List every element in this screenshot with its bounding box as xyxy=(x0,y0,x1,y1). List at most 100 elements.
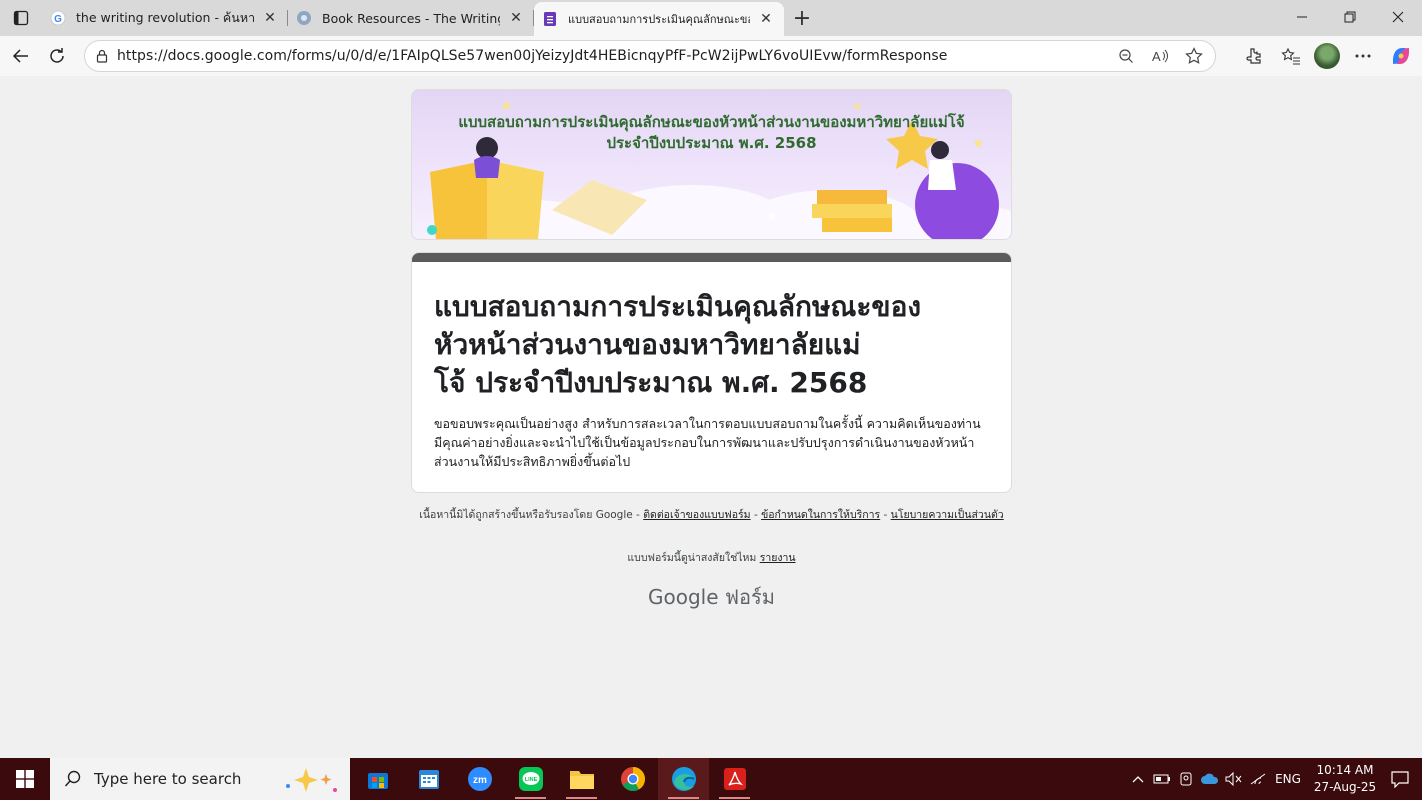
windows-logo-icon xyxy=(16,770,34,788)
start-button[interactable] xyxy=(0,758,50,800)
notification-icon xyxy=(1391,771,1409,788)
search-highlight-sparkle-icon xyxy=(286,768,337,792)
form-title-line: หัวหน้าส่วนงานของมหาวิทยาลัยแม่ xyxy=(434,328,861,361)
taskbar-zoom-button[interactable]: zm xyxy=(454,758,505,800)
url-text[interactable]: https://docs.google.com/forms/u/0/d/e/1F… xyxy=(117,48,1111,64)
tab-google-form[interactable]: แบบสอบถามการประเมินคุณลักษณะขอ ✕ xyxy=(534,2,784,36)
report-link[interactable]: รายงาน xyxy=(760,552,796,564)
notification-center-button[interactable] xyxy=(1378,758,1422,800)
tab-title: แบบสอบถามการประเมินคุณลักษณะขอ xyxy=(568,13,750,26)
clock-time: 10:14 AM xyxy=(1316,763,1374,777)
back-button[interactable] xyxy=(3,40,39,72)
reload-icon xyxy=(50,48,64,63)
form-description: ขอขอบพระคุณเป็นอย่างสูง สำหรับการสละเวลา… xyxy=(412,402,1011,471)
banner-title-line: ประจำปีงบประมาณ พ.ศ. 2568 xyxy=(606,134,817,152)
window-controls xyxy=(1278,0,1422,36)
taskbar-acrobat-button[interactable] xyxy=(709,758,760,800)
svg-text:G: G xyxy=(54,14,62,25)
address-bar[interactable]: https://docs.google.com/forms/u/0/d/e/1F… xyxy=(84,40,1216,72)
favorites-list-icon[interactable] xyxy=(1276,41,1306,71)
privacy-link[interactable]: นโยบายความเป็นส่วนตัว xyxy=(891,509,1004,521)
more-options-icon[interactable] xyxy=(1348,41,1378,71)
back-arrow-icon xyxy=(12,49,28,63)
copilot-icon[interactable] xyxy=(1386,41,1416,71)
reload-button[interactable] xyxy=(39,40,75,72)
close-tab-button[interactable]: ✕ xyxy=(506,8,526,28)
forms-wordmark: ฟอร์ม xyxy=(718,585,775,609)
system-tray: ENG 10:14 AM 27-Aug-25 xyxy=(1126,758,1422,800)
acrobat-icon xyxy=(723,768,746,790)
taskbar-clock[interactable]: 10:14 AM 27-Aug-25 xyxy=(1312,762,1378,796)
tab-book-resources[interactable]: Book Resources - The Writing Rev ✕ xyxy=(288,2,534,34)
tab-strip: G the writing revolution - ค้นหาด้วย G ✕… xyxy=(0,0,1422,36)
clock-date: 27-Aug-25 xyxy=(1313,780,1377,794)
separator: - xyxy=(750,509,762,521)
zoom-out-icon[interactable] xyxy=(1111,41,1141,71)
show-hidden-icons-chevron-icon[interactable] xyxy=(1126,758,1150,800)
form-title-line: โจ้ ประจำปีงบประมาณ พ.ศ. 2568 xyxy=(434,366,868,399)
footer-report: แบบฟอร์มนี้ดูน่าสงสัยใช่ไหม รายงาน xyxy=(411,549,1012,566)
google-wordmark: Google xyxy=(648,585,719,609)
google-icon: G xyxy=(50,10,66,26)
tab-actions-button[interactable] xyxy=(0,0,42,36)
svg-text:★: ★ xyxy=(767,209,778,223)
close-window-button[interactable] xyxy=(1374,0,1422,34)
separator: - xyxy=(880,509,891,521)
new-tab-button[interactable]: + xyxy=(784,2,820,34)
minimize-button[interactable] xyxy=(1278,0,1326,34)
form-title-card: แบบสอบถามการประเมินคุณลักษณะของ หัวหน้าส… xyxy=(411,252,1012,493)
google-forms-brand[interactable]: Google ฟอร์ม xyxy=(411,581,1012,613)
svg-text:LINE: LINE xyxy=(524,777,537,783)
form-description-line: ส่วนงานให้มีประสิทธิภาพยิ่งขึ้นต่อไป xyxy=(434,454,631,469)
banner-title-line: แบบสอบถามการประเมินคุณลักษณะของหัวหน้าส่… xyxy=(458,113,965,131)
form-title-line: แบบสอบถามการประเมินคุณลักษณะของ xyxy=(434,290,922,323)
onedrive-cloud-icon[interactable] xyxy=(1198,758,1222,800)
taskbar-search-box[interactable]: Type here to search xyxy=(50,758,350,800)
svg-text:A: A xyxy=(1152,49,1161,64)
terms-link[interactable]: ข้อกำหนดในการให้บริการ xyxy=(761,509,880,521)
tab-actions-icon xyxy=(13,10,29,26)
wifi-icon[interactable] xyxy=(1246,758,1270,800)
taskbar-line-button[interactable]: LINE xyxy=(505,758,556,800)
search-placeholder: Type here to search xyxy=(94,770,242,788)
chrome-icon xyxy=(620,767,645,792)
contact-owner-link[interactable]: ติดต่อเจ้าของแบบฟอร์ม xyxy=(643,509,750,521)
svg-text:zm: zm xyxy=(473,775,487,786)
read-aloud-icon[interactable]: A xyxy=(1145,41,1175,71)
banner-title: แบบสอบถามการประเมินคุณลักษณะของหัวหน้าส่… xyxy=(412,112,1011,154)
close-tab-button[interactable]: ✕ xyxy=(756,9,776,29)
svg-text:★: ★ xyxy=(852,99,863,113)
restore-button[interactable] xyxy=(1326,0,1374,34)
card-accent-bar xyxy=(412,253,1011,262)
taskbar-edge-button[interactable] xyxy=(658,758,709,800)
suspicious-text: แบบฟอร์มนี้ดูน่าสงสัยใช่ไหม xyxy=(627,552,760,564)
line-app-icon: LINE xyxy=(518,767,543,791)
favorite-star-icon[interactable] xyxy=(1179,41,1209,71)
calendar-icon xyxy=(418,770,439,789)
taskbar-store-button[interactable] xyxy=(352,758,403,800)
store-icon xyxy=(367,773,388,789)
extensions-icon[interactable] xyxy=(1238,41,1268,71)
footer-disclaimer: เนื้อหานี้มิได้ถูกสร้างขึ้นหรือรับรองโดย… xyxy=(411,508,1012,523)
form-title: แบบสอบถามการประเมินคุณลักษณะของ หัวหน้าส… xyxy=(412,262,972,402)
tab-title: the writing revolution - ค้นหาด้วย G xyxy=(76,10,254,25)
browser-toolbar: https://docs.google.com/forms/u/0/d/e/1F… xyxy=(0,36,1422,76)
battery-icon[interactable] xyxy=(1150,758,1174,800)
site-info-lock-icon[interactable] xyxy=(87,49,117,63)
input-language-indicator[interactable]: ENG xyxy=(1270,758,1306,800)
web-page: ★ ★ ★ ★ แบบสอบถามการประเมินคุณลักษณะของห… xyxy=(3,77,1419,755)
form-description-line: มีคุณค่าอย่างยิ่งและจะนำไปใช้เป็นข้อมูลป… xyxy=(434,435,975,450)
taskbar-chrome-button[interactable] xyxy=(607,758,658,800)
edge-icon xyxy=(671,767,696,791)
folder-icon xyxy=(569,771,594,789)
windows-taskbar: Type here to search zm LINE ENG 10:14 AM… xyxy=(0,758,1422,800)
tab-google-search[interactable]: G the writing revolution - ค้นหาด้วย G ✕ xyxy=(42,2,288,34)
profile-avatar[interactable] xyxy=(1314,43,1340,69)
volume-muted-icon[interactable] xyxy=(1222,758,1246,800)
search-icon xyxy=(64,770,81,787)
meet-now-icon[interactable] xyxy=(1174,758,1198,800)
google-forms-icon xyxy=(542,11,558,27)
taskbar-calendar-button[interactable] xyxy=(403,758,454,800)
close-tab-button[interactable]: ✕ xyxy=(260,8,280,28)
taskbar-file-explorer-button[interactable] xyxy=(556,758,607,800)
